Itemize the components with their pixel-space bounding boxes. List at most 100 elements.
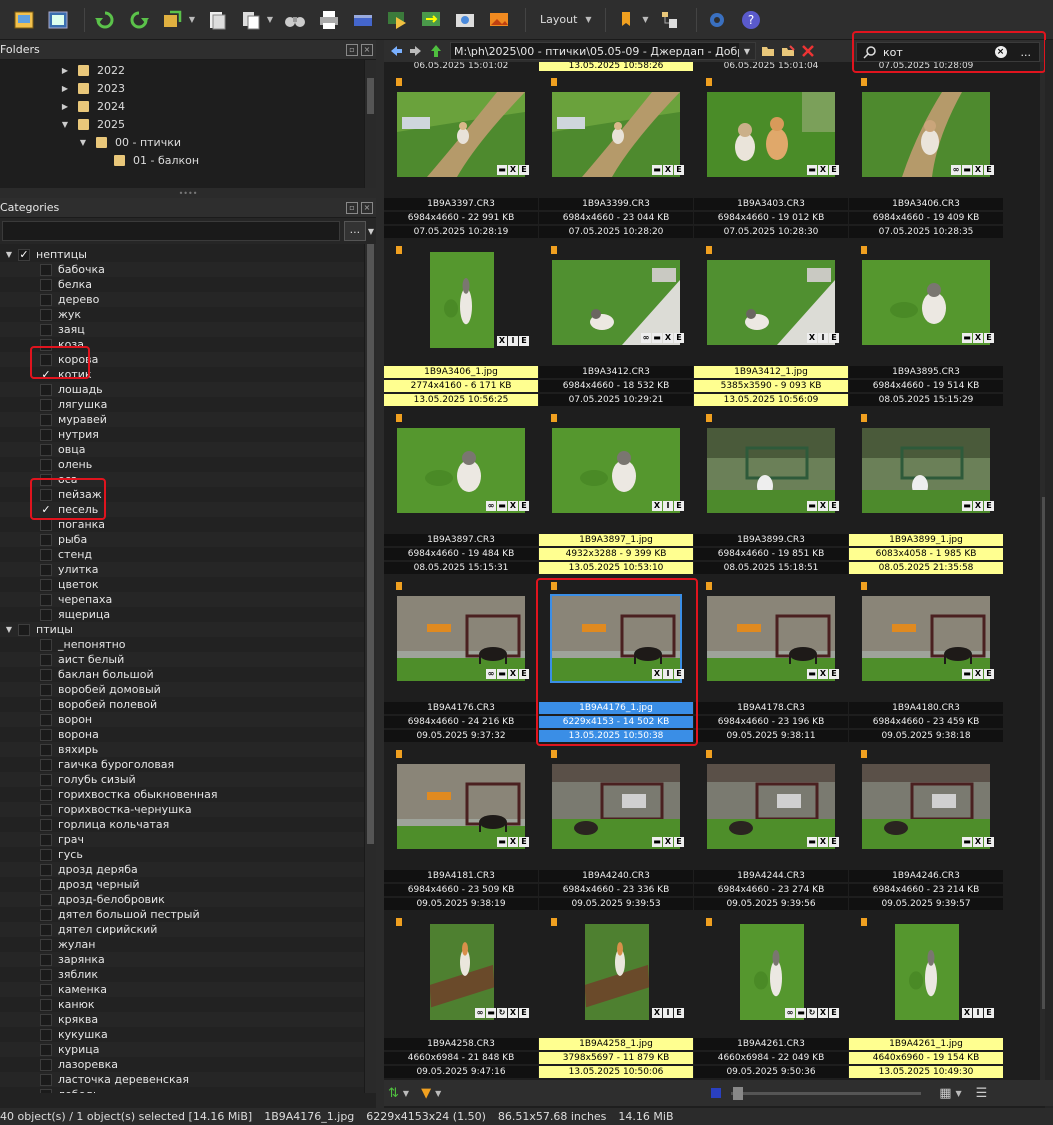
category-item[interactable]: баклан большой: [0, 667, 376, 682]
forward-arrow-icon[interactable]: [406, 41, 426, 61]
bookmark-icon[interactable]: [612, 6, 640, 34]
category-item[interactable]: стенд: [0, 547, 376, 562]
category-group[interactable]: ▼ ✓ нептицы: [0, 247, 376, 262]
category-item[interactable]: лебедь: [0, 1087, 376, 1093]
category-item[interactable]: рыба: [0, 532, 376, 547]
category-checkbox[interactable]: [40, 998, 52, 1011]
category-item[interactable]: курица: [0, 1042, 376, 1057]
expand-icon[interactable]: ▶: [60, 66, 70, 75]
category-item[interactable]: канюк: [0, 997, 376, 1012]
category-checkbox[interactable]: [40, 383, 52, 396]
category-item[interactable]: ящерица: [0, 607, 376, 622]
category-checkbox[interactable]: [40, 878, 52, 891]
category-checkbox[interactable]: [40, 968, 52, 981]
category-checkbox[interactable]: [40, 953, 52, 966]
category-checkbox[interactable]: [40, 773, 52, 786]
thumbnail[interactable]: X I E 1B9A3412_1.jpg 5385x3590 - 9 093 KB 13.…: [694, 244, 849, 412]
copy-dropdown[interactable]: ▼: [265, 6, 275, 34]
thumbnail[interactable]: ▬ X E 1B9A3403.CR3 6984x4660 - 19 012 KB 07.0…: [694, 76, 849, 244]
category-checkbox[interactable]: [40, 1013, 52, 1026]
thumbnail[interactable]: ▬ X E 1B9A3399.CR3 6984x4660 - 23 044 KB 07.0…: [539, 76, 694, 244]
layout-menu[interactable]: Layout: [540, 13, 577, 26]
category-item[interactable]: лазоревка: [0, 1057, 376, 1072]
folder-scrollbar[interactable]: [364, 60, 376, 188]
compare-icon[interactable]: [417, 6, 445, 34]
category-more-button[interactable]: ...: [343, 221, 366, 241]
copy-icon[interactable]: [237, 6, 265, 34]
category-item[interactable]: улитка: [0, 562, 376, 577]
category-item[interactable]: аист белый: [0, 652, 376, 667]
thumbnail[interactable]: ▬ X E 1B9A4246.CR3 6984x4660 - 23 214 KB 09.0…: [849, 748, 1004, 916]
category-checkbox[interactable]: [40, 848, 52, 861]
view-mode-icon[interactable]: ▦: [939, 1086, 951, 1101]
category-item[interactable]: лошадь: [0, 382, 376, 397]
thumbnail[interactable]: X I E 1B9A4258_1.jpg 3798x5697 - 11 879 KB 13…: [539, 916, 694, 1080]
binoculars-icon[interactable]: [281, 6, 309, 34]
category-checkbox[interactable]: [40, 938, 52, 951]
thumb-size-small-icon[interactable]: [711, 1088, 722, 1098]
layout-dropdown[interactable]: ▼: [583, 6, 593, 34]
category-checkbox[interactable]: [40, 758, 52, 771]
category-checkbox[interactable]: [40, 518, 52, 531]
category-checkbox[interactable]: [40, 923, 52, 936]
chevron-down-icon[interactable]: ▼: [368, 227, 374, 236]
category-item[interactable]: воробей полевой: [0, 697, 376, 712]
collapse-icon[interactable]: ▼: [0, 250, 18, 259]
category-filter-input[interactable]: [2, 221, 340, 241]
category-item[interactable]: _непонятно: [0, 637, 376, 652]
collapse-icon[interactable]: ▼: [78, 138, 88, 147]
rotate-right-icon[interactable]: [125, 6, 153, 34]
category-item[interactable]: дрозд черный: [0, 877, 376, 892]
category-checkbox[interactable]: [40, 713, 52, 726]
category-item[interactable]: дрозд-белобровик: [0, 892, 376, 907]
close-icon[interactable]: ×: [361, 43, 373, 56]
folder-item[interactable]: ▼ 2025: [0, 115, 376, 133]
category-item[interactable]: жулан: [0, 937, 376, 952]
details-view-icon[interactable]: ☰: [976, 1086, 988, 1101]
camera-icon[interactable]: [451, 6, 479, 34]
category-checkbox[interactable]: [40, 638, 52, 651]
documents-icon[interactable]: [203, 6, 231, 34]
help-icon[interactable]: ?: [737, 6, 765, 34]
thumbnail[interactable]: ▬ X E 1B9A4180.CR3 6984x4660 - 23 459 KB 09.0…: [849, 580, 1004, 748]
bookmark-dropdown[interactable]: ▼: [640, 6, 650, 34]
category-checkbox[interactable]: [40, 893, 52, 906]
thumb-size-slider[interactable]: [731, 1086, 922, 1100]
category-item[interactable]: горихвостка-чернушка: [0, 802, 376, 817]
category-checkbox[interactable]: [40, 653, 52, 666]
category-item[interactable]: ворон: [0, 712, 376, 727]
category-item[interactable]: заяц: [0, 322, 376, 337]
category-item[interactable]: гаичка буроголовая: [0, 757, 376, 772]
category-checkbox[interactable]: [40, 1073, 52, 1086]
category-checkbox[interactable]: [40, 458, 52, 471]
category-item[interactable]: дерево: [0, 292, 376, 307]
thumbnail[interactable]: X I E 1B9A4261_1.jpg 4640x6960 - 19 154 KB 13…: [849, 916, 1004, 1080]
category-checkbox[interactable]: [40, 578, 52, 591]
category-checkbox[interactable]: [40, 698, 52, 711]
category-checkbox[interactable]: [40, 548, 52, 561]
category-checkbox[interactable]: [40, 398, 52, 411]
wallpaper-icon[interactable]: [485, 6, 513, 34]
thumbnail[interactable]: ∞ ▬ ↻ X E 1B9A4261.CR3 4660x6984 - 22 049 KB 09…: [694, 916, 849, 1080]
back-arrow-icon[interactable]: [386, 41, 406, 61]
scanner-icon[interactable]: [349, 6, 377, 34]
batch-dropdown[interactable]: ▼: [187, 6, 197, 34]
category-checkbox[interactable]: [40, 1043, 52, 1056]
category-item[interactable]: цветок: [0, 577, 376, 592]
category-item[interactable]: жук: [0, 307, 376, 322]
folder-tree-icon[interactable]: [656, 6, 684, 34]
category-item[interactable]: ласточка деревенская: [0, 1072, 376, 1087]
category-item[interactable]: лягушка: [0, 397, 376, 412]
category-checkbox[interactable]: [40, 593, 52, 606]
category-checkbox[interactable]: [40, 1028, 52, 1041]
category-checkbox[interactable]: [40, 908, 52, 921]
category-checkbox[interactable]: [40, 308, 52, 321]
category-item[interactable]: дятел сирийский: [0, 922, 376, 937]
category-checkbox[interactable]: [40, 263, 52, 276]
category-checkbox[interactable]: [40, 533, 52, 546]
category-scrollbar[interactable]: [364, 244, 376, 1093]
category-checkbox[interactable]: [40, 983, 52, 996]
open-icon[interactable]: [10, 6, 38, 34]
thumbnail[interactable]: ∞ ▬ X E 1B9A4176.CR3 6984x4660 - 24 216 KB 09.…: [384, 580, 539, 748]
thumbnail[interactable]: ▬ X E 1B9A4178.CR3 6984x4660 - 23 196 KB 09.0…: [694, 580, 849, 748]
